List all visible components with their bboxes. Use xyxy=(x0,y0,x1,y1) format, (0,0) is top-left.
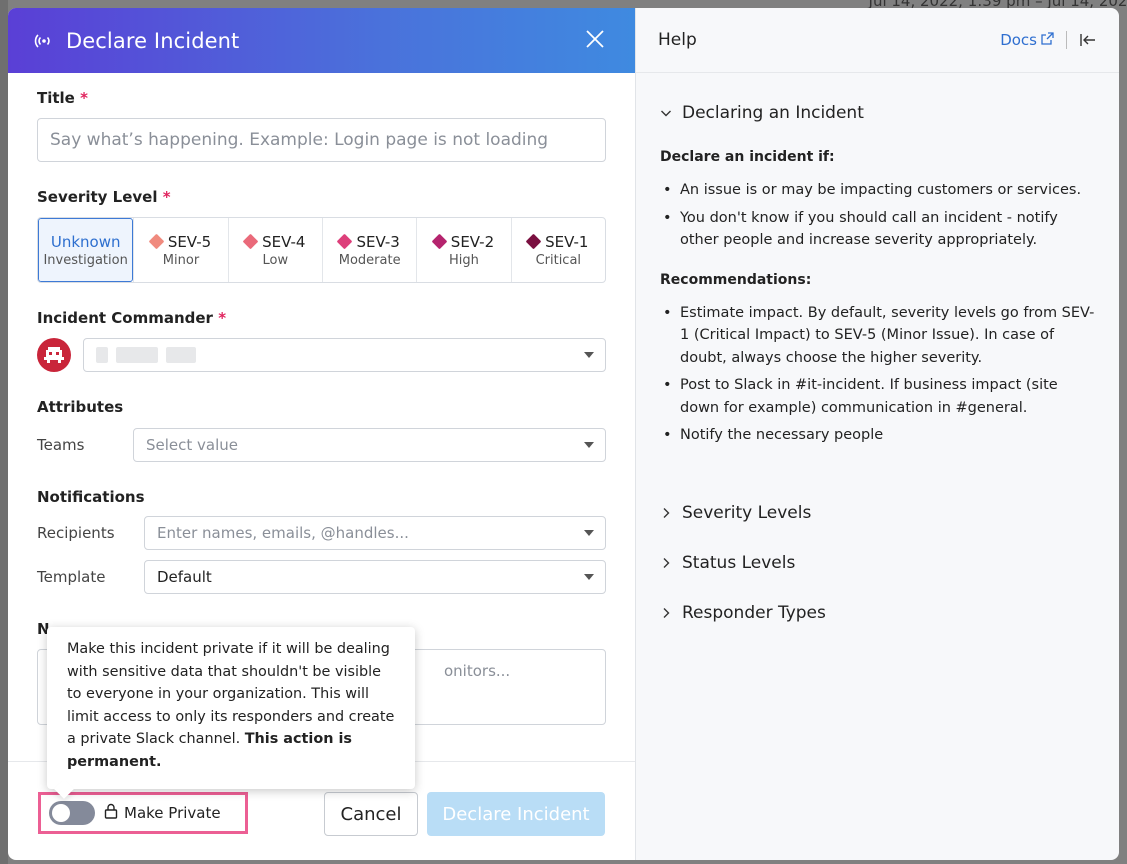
redacted-commander-name xyxy=(96,347,196,363)
chevron-right-icon xyxy=(663,507,670,518)
section-status-levels[interactable]: Status Levels xyxy=(660,553,1097,573)
declare-incident-button[interactable]: Declare Incident xyxy=(427,792,605,836)
help-panel: Help Docs Declaring an Incident Declare … xyxy=(635,8,1119,860)
severity-option-sev4[interactable]: SEV-4 Low xyxy=(227,218,322,282)
chevron-down-icon xyxy=(584,574,594,580)
list-item: Notify the necessary people xyxy=(660,424,1097,447)
close-icon[interactable] xyxy=(585,28,605,54)
chevron-down-icon xyxy=(584,442,594,448)
make-private-control: Make Private xyxy=(38,792,248,834)
chevron-right-icon xyxy=(663,607,670,618)
sev3-diamond-icon xyxy=(337,233,353,250)
recipients-select[interactable]: Enter names, emails, @handles... xyxy=(144,516,606,550)
list-item: You don't know if you should call an inc… xyxy=(660,207,1097,252)
make-private-label: Make Private xyxy=(124,804,221,822)
make-private-tooltip: Make this incident private if it will be… xyxy=(47,627,415,799)
title-field-label: Title * xyxy=(37,89,88,107)
severity-selector: Unknown Investigation SEV-5 Minor SEV-4 … xyxy=(37,217,606,283)
section-severity-levels[interactable]: Severity Levels xyxy=(660,503,1097,523)
template-label: Template xyxy=(37,568,106,586)
commander-field-label: Incident Commander * xyxy=(37,309,227,327)
sev2-diamond-icon xyxy=(431,233,448,250)
template-select[interactable]: Default xyxy=(144,560,606,594)
make-private-toggle[interactable] xyxy=(49,801,95,825)
sev4-diamond-icon xyxy=(242,233,259,250)
title-input[interactable]: Say what’s happening. Example: Login pag… xyxy=(37,118,606,162)
declare-if-heading: Declare an incident if: xyxy=(660,149,835,165)
recipients-label: Recipients xyxy=(37,524,115,542)
notifications-section-label: Notifications xyxy=(37,488,145,506)
chevron-right-icon xyxy=(663,557,670,568)
list-item: Estimate impact. By default, severity le… xyxy=(660,302,1097,370)
cancel-button[interactable]: Cancel xyxy=(324,792,418,836)
dialog-header: Declare Incident xyxy=(8,8,635,73)
section-responder-types[interactable]: Responder Types xyxy=(660,603,1097,623)
incident-broadcast-icon xyxy=(34,31,54,51)
external-link-icon xyxy=(1041,31,1054,49)
help-title: Help xyxy=(658,30,697,50)
severity-option-unknown[interactable]: Unknown Investigation xyxy=(38,218,134,282)
severity-option-sev5[interactable]: SEV-5 Minor xyxy=(133,218,227,282)
recommendations-list: Estimate impact. By default, severity le… xyxy=(660,302,1097,447)
sev5-diamond-icon xyxy=(148,233,165,250)
sev1-diamond-icon xyxy=(525,233,542,250)
lock-icon xyxy=(104,803,118,823)
list-item: An issue is or may be impacting customer… xyxy=(660,179,1097,202)
commander-avatar xyxy=(37,338,71,372)
severity-option-sev2[interactable]: SEV-2 High xyxy=(416,218,510,282)
commander-select[interactable] xyxy=(83,338,606,372)
severity-option-sev1[interactable]: SEV-1 Critical xyxy=(510,218,605,282)
collapse-panel-icon[interactable] xyxy=(1079,31,1097,49)
header-divider xyxy=(1066,31,1067,49)
severity-field-label: Severity Level * xyxy=(37,188,171,206)
backdrop-edge xyxy=(0,0,8,864)
chevron-down-icon xyxy=(584,352,594,358)
teams-label: Teams xyxy=(37,436,85,454)
teams-select[interactable]: Select value xyxy=(133,428,606,462)
severity-option-sev3[interactable]: SEV-3 Moderate xyxy=(321,218,416,282)
list-item: Post to Slack in #it-incident. If busine… xyxy=(660,374,1097,419)
docs-link[interactable]: Docs xyxy=(1000,31,1054,49)
recommendations-heading: Recommendations: xyxy=(660,271,812,288)
chevron-down-icon xyxy=(661,110,671,117)
section-declaring-incident[interactable]: Declaring an Incident xyxy=(660,103,1097,123)
declare-if-list: An issue is or may be impacting customer… xyxy=(660,179,1097,252)
attributes-section-label: Attributes xyxy=(37,398,124,416)
dialog-title: Declare Incident xyxy=(66,28,240,53)
chevron-down-icon xyxy=(584,530,594,536)
help-header: Help Docs xyxy=(636,8,1119,73)
